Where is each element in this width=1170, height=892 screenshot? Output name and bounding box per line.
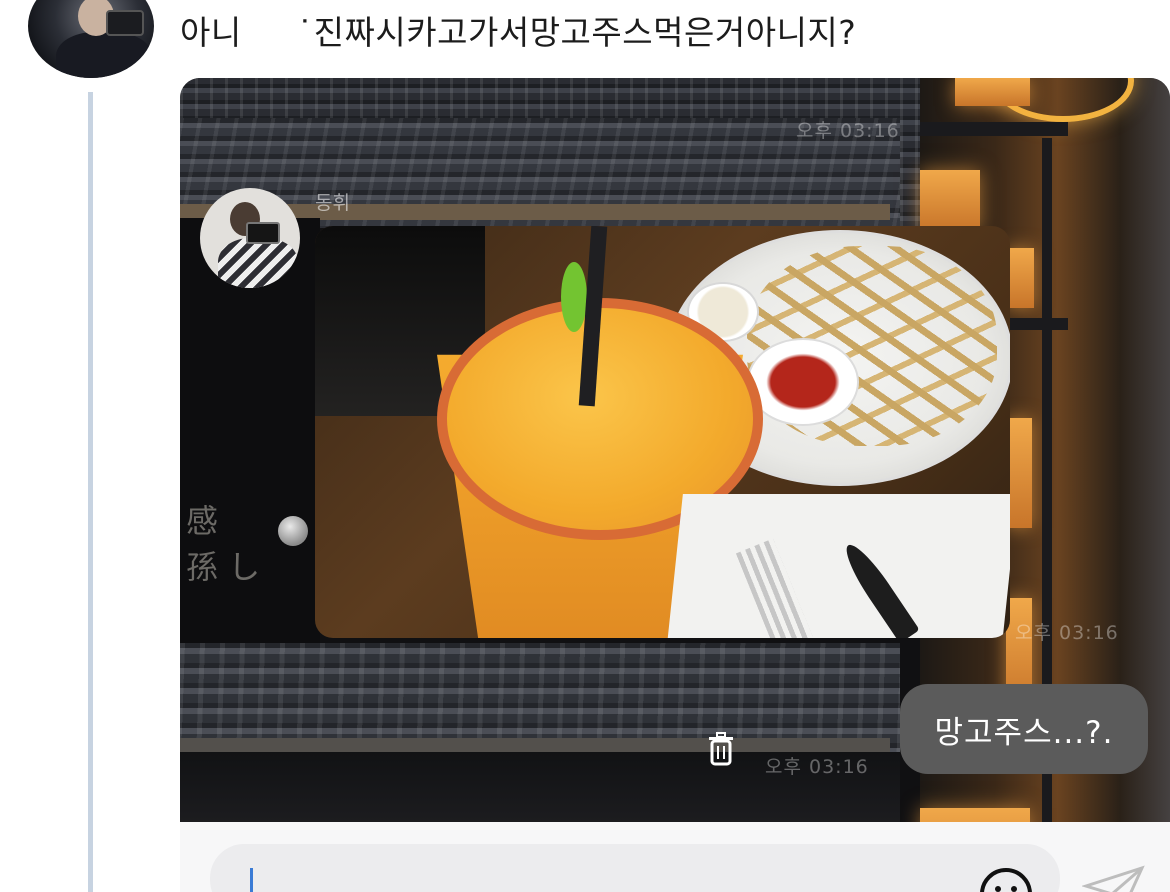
tweet-text: 아니 ˙진짜시카고가서망고주스먹은거아니지? xyxy=(180,13,857,52)
fire-escape-pole xyxy=(1042,138,1052,892)
trash-icon[interactable] xyxy=(706,732,736,766)
emoji-icon[interactable] xyxy=(978,866,1034,892)
fire-escape-rail xyxy=(920,122,1068,136)
napkin xyxy=(667,494,1010,638)
chat-avatar[interactable] xyxy=(200,188,300,288)
avatar-shirt xyxy=(218,238,298,288)
reply-message-bubble[interactable]: 망고주스...?. xyxy=(900,684,1148,774)
thread-line xyxy=(88,92,93,892)
author-avatar[interactable] xyxy=(28,0,154,78)
timestamp-top: 오후 03:16 xyxy=(796,120,900,142)
message-input[interactable] xyxy=(210,844,1060,892)
timestamp-bottom: 오후 03:16 xyxy=(765,756,869,778)
tweet-media-image[interactable]: 感孫 し 오후 03:16 동휘 오후 03:16 망고주스...?. 오후 0… xyxy=(180,78,1170,892)
avatar-body xyxy=(56,32,152,78)
door-knob xyxy=(278,516,308,546)
chat-partner-name: 동휘 xyxy=(315,192,350,214)
timestamp-right: 오후 03:16 xyxy=(1015,622,1119,644)
shared-photo[interactable] xyxy=(315,226,1010,638)
roof-ridge xyxy=(180,738,890,752)
avatar-camera xyxy=(106,10,144,36)
lime-slice xyxy=(561,262,587,332)
window xyxy=(920,170,980,230)
avatar-camera xyxy=(246,222,280,244)
send-icon[interactable] xyxy=(1082,864,1146,892)
sauce-cup-ketchup xyxy=(747,338,859,426)
text-caret xyxy=(250,868,253,892)
window xyxy=(955,78,1030,106)
composer-area xyxy=(180,822,1170,892)
window xyxy=(1006,248,1034,308)
